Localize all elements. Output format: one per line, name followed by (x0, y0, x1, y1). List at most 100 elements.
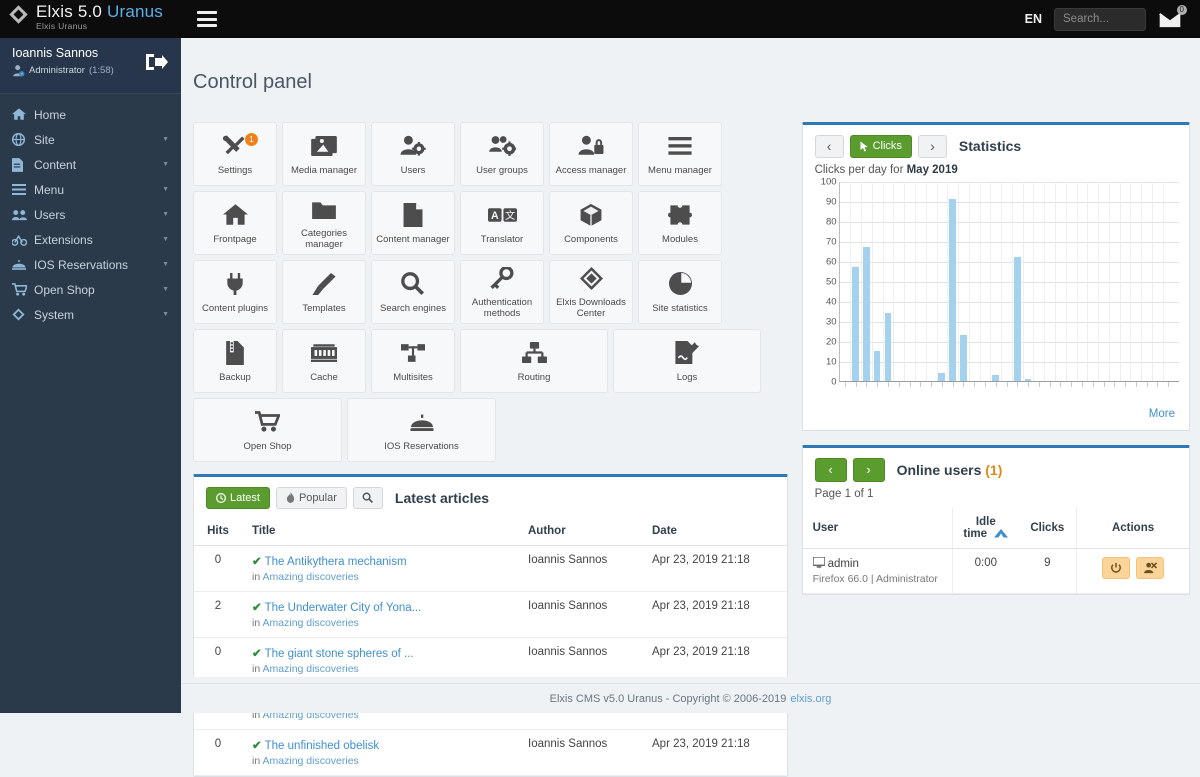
latest-articles-title: Latest articles (395, 490, 489, 506)
tile-content-manager[interactable]: Content manager (371, 191, 455, 255)
tab-latest[interactable]: Latest (206, 487, 270, 509)
search-input[interactable] (1054, 8, 1146, 31)
subtitle-month: May 2019 (907, 164, 958, 176)
chart-gridline (861, 182, 862, 381)
tile-modules[interactable]: Modules (638, 191, 722, 255)
sidebar-item-open-shop[interactable]: Open Shop ▼ (0, 277, 181, 302)
column-header-user[interactable]: User (803, 508, 953, 549)
tile-translator[interactable]: A文Translator (460, 191, 544, 255)
hamburger-icon[interactable] (197, 11, 217, 27)
chart-bar[interactable] (852, 267, 859, 381)
stats-mode-clicks[interactable]: Clicks (850, 135, 912, 158)
category-link[interactable]: Amazing discoveries (263, 571, 359, 583)
tile-icon (580, 264, 603, 292)
tile-logs[interactable]: Logs (613, 329, 761, 393)
tile-content-plugins[interactable]: Content plugins (193, 260, 277, 324)
footer-link[interactable]: elxis.org (790, 693, 831, 705)
tile-media-manager[interactable]: Media manager (282, 122, 366, 186)
tile-backup[interactable]: Backup (193, 329, 277, 393)
tile-components[interactable]: Components (549, 191, 633, 255)
table-row[interactable]: 0✔The Antikythera mechanismin Amazing di… (194, 545, 787, 591)
tab-popular[interactable]: Popular (276, 487, 347, 509)
tile-elxis-downloads-center[interactable]: Elxis Downloads Center (549, 260, 633, 324)
kick-user-icon[interactable] (1136, 557, 1164, 579)
logout-icon[interactable] (143, 51, 169, 73)
tile-routing[interactable]: Routing (460, 329, 608, 393)
chart-bar[interactable] (863, 247, 870, 381)
tile-icon (255, 408, 280, 436)
tile-ios-reservations[interactable]: IOS Reservations (347, 398, 496, 462)
statistics-footer: More (803, 400, 1189, 430)
chart-bar[interactable] (960, 335, 967, 381)
article-link[interactable]: The unfinished obelisk (265, 740, 379, 752)
sidebar-item-users[interactable]: Users ▼ (0, 202, 181, 227)
chart-bar[interactable] (885, 313, 892, 381)
table-row[interactable]: 0✔The unfinished obeliskin Amazing disco… (194, 729, 787, 775)
tile-authentication-methods[interactable]: Authentication methods (460, 260, 544, 324)
column-header-date[interactable]: Date (642, 517, 787, 546)
online-prev-button[interactable]: ‹ (815, 458, 847, 482)
folder-icon (311, 200, 337, 219)
table-row[interactable]: adminFirefox 66.0 | Administrator0:009 (803, 548, 1189, 593)
tile-site-statistics[interactable]: Site statistics (638, 260, 722, 324)
column-header-clicks[interactable]: Clicks (1019, 508, 1077, 549)
chart-gridline (969, 182, 970, 381)
column-header-title[interactable]: Title (242, 517, 518, 546)
chart-bar[interactable] (874, 351, 881, 381)
cell-idle-time: 0:00 (953, 548, 1019, 593)
column-header-idle-time[interactable]: Idle time (953, 508, 1019, 549)
more-link[interactable]: More (1149, 408, 1175, 420)
category-link[interactable]: Amazing discoveries (263, 663, 359, 675)
sidebar-item-site[interactable]: Site ▼ (0, 127, 181, 152)
tile-categories-manager[interactable]: Categories manager (282, 191, 366, 255)
stats-prev-button[interactable]: ‹ (815, 135, 844, 158)
tile-icon (311, 339, 337, 367)
online-users-label: Online users (897, 462, 986, 478)
stats-next-button[interactable]: › (918, 135, 947, 158)
sidebar-item-menu[interactable]: Menu ▼ (0, 177, 181, 202)
sidebar-item-system[interactable]: System ▼ (0, 302, 181, 327)
tile-label: Search engines (378, 303, 448, 314)
column-header-hits[interactable]: Hits (194, 517, 242, 546)
sidebar-item-label: System (34, 308, 162, 322)
article-link[interactable]: The Antikythera mechanism (265, 556, 407, 568)
tile-frontpage[interactable]: Frontpage (193, 191, 277, 255)
chart-x-tick (1168, 382, 1169, 387)
messages-button[interactable]: 0 (1158, 7, 1186, 31)
tile-search-engines[interactable]: Search engines (371, 260, 455, 324)
tile-icon (522, 339, 547, 367)
cube-icon (579, 204, 603, 226)
sidebar-item-ios-reservations[interactable]: IOS Reservations ▼ (0, 252, 181, 277)
tile-templates[interactable]: Templates (282, 260, 366, 324)
table-row[interactable]: 2✔The Underwater City of Yona...in Amazi… (194, 591, 787, 637)
chart-bar[interactable] (1014, 257, 1021, 381)
tile-access-manager[interactable]: Access manager (549, 122, 633, 186)
tile-multisites[interactable]: Multisites (371, 329, 455, 393)
tile-open-shop[interactable]: Open Shop (193, 398, 342, 462)
article-search-button[interactable] (353, 487, 383, 509)
tile-cache[interactable]: Cache (282, 329, 366, 393)
article-link[interactable]: The giant stone spheres of ... (265, 648, 414, 660)
language-selector[interactable]: EN (1025, 12, 1042, 26)
column-header-author[interactable]: Author (518, 517, 642, 546)
sidebar-item-extensions[interactable]: Extensions ▼ (0, 227, 181, 252)
tile-menu-manager[interactable]: Menu manager (638, 122, 722, 186)
tile-user-groups[interactable]: User groups (460, 122, 544, 186)
sidebar-item-content[interactable]: Content ▼ (0, 152, 181, 177)
category-link[interactable]: Amazing discoveries (263, 755, 359, 767)
chart-bar[interactable] (992, 375, 999, 381)
chart-plot-area (839, 182, 1179, 382)
chart-bar[interactable] (938, 373, 945, 381)
tile-settings[interactable]: Settings1 (193, 122, 277, 186)
category-link[interactable]: Amazing discoveries (263, 617, 359, 629)
chart-bar[interactable] (1025, 379, 1032, 381)
sort-asc-icon (994, 529, 1008, 538)
tile-users[interactable]: Users (371, 122, 455, 186)
article-link[interactable]: The Underwater City of Yona... (265, 602, 422, 614)
chart-bar[interactable] (949, 199, 956, 381)
sidebar-item-home[interactable]: Home (0, 102, 181, 127)
article-category-row: in Amazing discoveries (252, 755, 508, 767)
power-icon[interactable] (1102, 557, 1130, 579)
article-category-row: in Amazing discoveries (252, 663, 508, 675)
online-next-button[interactable]: › (853, 458, 885, 482)
